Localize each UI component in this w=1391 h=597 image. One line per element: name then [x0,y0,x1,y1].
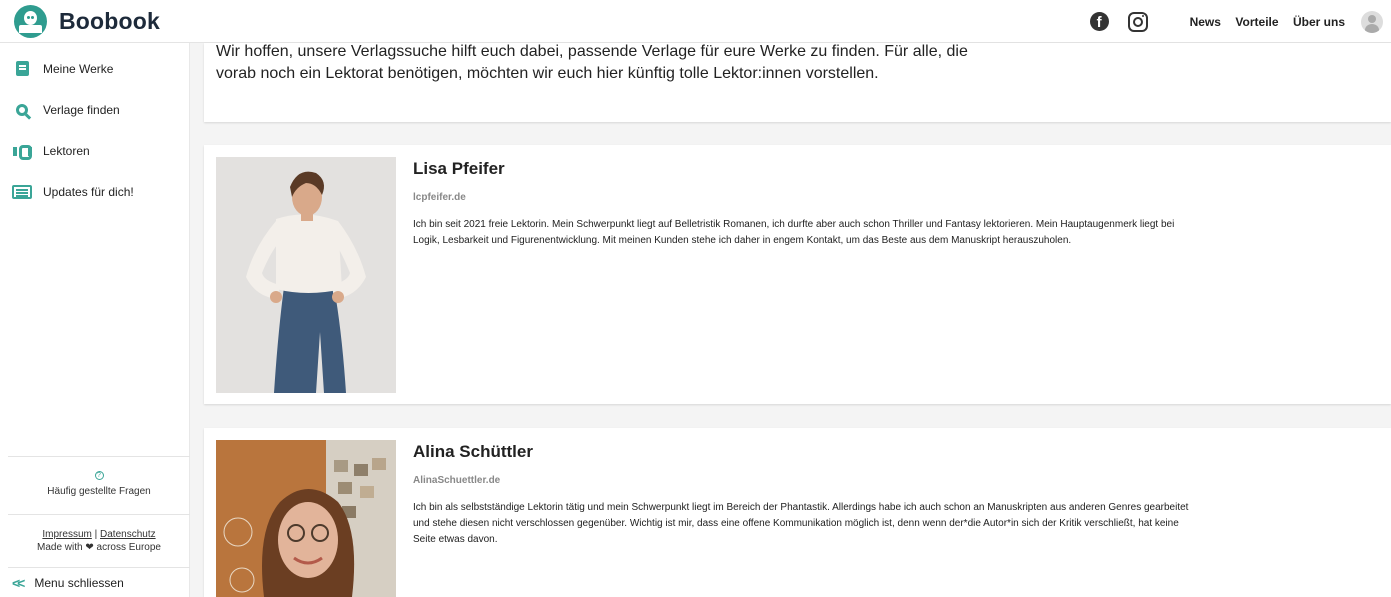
editor-website-link[interactable]: lcpfeifer.de [413,192,1193,203]
editor-photo [216,157,396,393]
impressum-link[interactable]: Impressum [42,529,91,540]
nav-ueber-uns[interactable]: Über uns [1293,15,1345,29]
editor-photo [216,440,396,597]
editor-card: Lisa Pfeifer lcpfeifer.de Ich bin seit 2… [204,145,1391,404]
faq-label: Häufig gestellte Fragen [47,486,151,497]
faq-link[interactable]: ? Häufig gestellte Fragen [8,456,190,514]
close-menu-label: Menu schliessen [34,575,124,590]
close-menu-button[interactable]: << Menu schliessen [8,567,190,597]
user-avatar[interactable] [1361,10,1383,33]
made-with-text: Made with [36,542,83,553]
sidebar-item-label: Updates für dich! [43,184,134,199]
editor-name: Alina Schüttler [413,442,533,461]
sidebar-item-label: Verlage finden [43,102,120,117]
help-icon: ? [94,471,104,480]
datenschutz-link[interactable]: Datenschutz [100,529,156,540]
nav-news[interactable]: News [1190,15,1221,29]
handshake-icon [12,143,32,160]
main-nav: News Vorteile Über uns [1190,13,1355,31]
list-icon [12,184,32,200]
sidebar-item-updates[interactable]: Updates für dich! [0,171,189,212]
facebook-icon[interactable]: f [1089,12,1109,31]
sidebar-item-label: Lektoren [43,143,90,158]
sidebar-item-label: Meine Werke [43,61,114,76]
legal-separator: | [94,529,98,540]
editor-description: Ich bin seit 2021 freie Lektorin. Mein S… [413,219,1175,246]
across-europe-text: across Europe [96,542,161,553]
editor-website-link[interactable]: AlinaSchuettler.de [413,475,1193,486]
book-icon [12,61,32,77]
sidebar-item-meine-werke[interactable]: Meine Werke [0,48,189,89]
heart-icon: ❤ [85,542,94,553]
owl-logo-icon [14,4,47,38]
top-header: Boobook f News Vorteile Über uns [0,0,1391,43]
instagram-icon[interactable] [1127,11,1148,32]
editor-name: Lisa Pfeifer [413,159,505,178]
intro-card: Wir hoffen, unsere Verlagssuche hilft eu… [204,43,1391,122]
double-chevron-left-icon: << [12,574,25,591]
intro-text: Wir hoffen, unsere Verlagssuche hilft eu… [216,43,968,82]
sidebar-item-verlage-finden[interactable]: Verlage finden [0,89,189,130]
logo-text: Boobook [59,7,161,34]
social-links: f [1089,11,1148,32]
editor-description: Ich bin als selbstständige Lektorin täti… [413,502,1189,545]
sidebar: Meine Werke Verlage finden Lektoren Upda… [0,43,190,597]
editor-card: Alina Schüttler AlinaSchuettler.de Ich b… [204,428,1391,597]
legal-footer: Impressum | Datenschutz Made with ❤ acro… [8,514,190,567]
logo[interactable]: Boobook [14,4,161,38]
nav-vorteile[interactable]: Vorteile [1235,15,1278,29]
sidebar-item-lektoren[interactable]: Lektoren [0,130,189,171]
search-icon [12,102,32,118]
